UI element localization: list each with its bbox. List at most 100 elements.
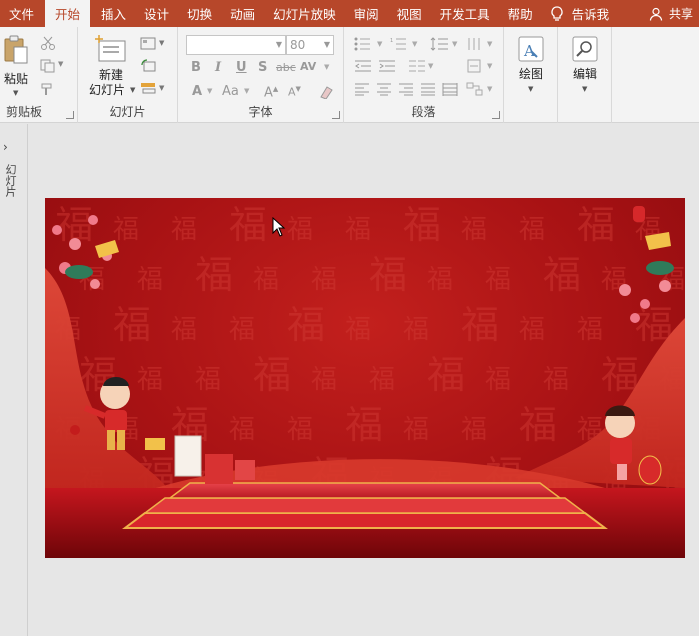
background-glyph: 福 [345, 403, 383, 447]
align-right-icon[interactable] [398, 82, 414, 96]
gold-ingot-left [95, 240, 119, 258]
new-slide-label-line1: 新建 [98, 68, 123, 82]
numbering-icon[interactable]: 1 [390, 37, 410, 51]
text-direction-dropdown-icon[interactable]: ▼ [487, 40, 492, 48]
background-glyph: 福 [577, 315, 603, 345]
align-text-dropdown-icon[interactable]: ▼ [487, 62, 492, 70]
change-case-dropdown-icon[interactable]: ▼ [244, 87, 249, 95]
background-glyph: 福 [427, 265, 453, 295]
reset-icon[interactable] [140, 59, 156, 73]
paste-button[interactable]: 粘贴 ▼ [2, 33, 30, 97]
tab-developer[interactable]: 开发工具 [431, 0, 499, 27]
increase-indent-icon[interactable] [378, 59, 396, 73]
svg-text:1: 1 [390, 38, 393, 44]
tell-me-label: 告诉我 [571, 7, 610, 22]
group-slides: 新建 幻灯片 ▼ ▼ ▼ 幻灯片 [78, 27, 178, 123]
columns-dropdown-icon[interactable]: ▼ [428, 62, 433, 70]
clipboard-launcher-icon[interactable] [66, 111, 74, 119]
background-glyph: 福 [195, 253, 233, 297]
group-drawing[interactable]: A 绘图 ▼ [504, 27, 558, 123]
drawing-dropdown-icon: ▼ [528, 85, 534, 93]
decrease-indent-icon[interactable] [354, 59, 372, 73]
smartart-icon[interactable] [466, 82, 484, 96]
smartart-dropdown-icon[interactable]: ▼ [487, 85, 492, 93]
share-button[interactable]: 共享 [649, 0, 699, 27]
tab-transitions[interactable]: 切换 [178, 0, 221, 27]
stage-step-middle [142, 497, 588, 514]
align-center-icon[interactable] [376, 82, 392, 96]
line-spacing-icon[interactable] [430, 37, 450, 51]
copy-dropdown-icon[interactable]: ▼ [58, 60, 63, 68]
background-glyph: 福 [137, 365, 163, 395]
slide-canvas[interactable]: 福福福福福福福福福福福福福福福福福福福福福福福福福福福福福福福福福福福福福福福福… [45, 198, 685, 558]
align-left-icon[interactable] [354, 82, 370, 96]
justify-icon[interactable] [420, 82, 436, 96]
background-glyph: 福 [287, 215, 313, 245]
text-direction-icon[interactable] [466, 37, 484, 51]
tab-home[interactable]: 开始 [45, 0, 91, 27]
font-launcher-icon[interactable] [332, 111, 340, 119]
clear-formatting-icon[interactable] [318, 85, 334, 99]
section-icon[interactable] [140, 81, 156, 95]
tab-design[interactable]: 设计 [135, 0, 178, 27]
spacing-dropdown-icon[interactable]: ▼ [324, 63, 329, 71]
tab-insert[interactable]: 插入 [92, 0, 135, 27]
underline-button[interactable]: U [236, 60, 247, 75]
paste-dropdown-arrow-icon: ▼ [13, 89, 19, 97]
background-glyph: 福 [287, 303, 325, 347]
format-painter-icon[interactable] [40, 82, 56, 96]
copy-icon[interactable] [40, 59, 56, 73]
new-slide-button[interactable]: 新建 幻灯片 ▼ [86, 33, 136, 105]
tab-slideshow[interactable]: 幻灯片放映 [264, 0, 345, 27]
font-color-dropdown-icon[interactable]: ▼ [207, 87, 212, 95]
layout-icon[interactable] [140, 37, 156, 50]
expand-chevron-icon[interactable]: › [3, 140, 8, 154]
increase-font-icon[interactable]: A▲ [264, 85, 278, 100]
lantern-right [633, 206, 645, 222]
align-text-icon[interactable] [466, 59, 484, 73]
bullets-icon[interactable] [354, 37, 374, 51]
layout-dropdown-icon[interactable]: ▼ [159, 39, 164, 47]
distribute-icon[interactable] [442, 82, 458, 96]
bullets-dropdown-icon[interactable]: ▼ [377, 40, 382, 48]
background-glyph: 福 [403, 315, 429, 345]
background-glyph: 福 [519, 215, 545, 245]
editing-label: 编辑 [572, 67, 597, 81]
background-glyph: 福 [403, 415, 429, 445]
lightbulb-icon [551, 5, 563, 21]
share-label: 共享 [668, 7, 693, 21]
background-glyph: 福 [311, 265, 337, 295]
font-name-dropdown-icon[interactable]: ▼ [276, 36, 282, 54]
cut-icon[interactable] [40, 36, 56, 50]
decrease-font-icon[interactable]: A▼ [288, 85, 301, 99]
paragraph-launcher-icon[interactable] [492, 111, 500, 119]
tab-help[interactable]: 帮助 [499, 0, 542, 27]
font-name-combo[interactable]: ▼ [186, 35, 286, 55]
group-editing[interactable]: 编辑 ▼ [558, 27, 612, 123]
numbering-dropdown-icon[interactable]: ▼ [412, 40, 417, 48]
background-glyph: 福 [253, 353, 291, 397]
tab-view[interactable]: 视图 [388, 0, 431, 27]
section-dropdown-icon[interactable]: ▼ [159, 84, 164, 92]
character-spacing-button[interactable]: AV [300, 60, 316, 73]
tab-file[interactable]: 文件 [0, 0, 43, 27]
paste-label: 粘贴 [3, 72, 28, 86]
user-icon [649, 7, 663, 21]
tab-animations[interactable]: 动画 [221, 0, 264, 27]
thumbnail-pane-collapsed[interactable]: › 幻灯片 [0, 124, 28, 636]
change-case-button[interactable]: Aa [222, 84, 239, 99]
font-size-dropdown-icon[interactable]: ▼ [324, 36, 330, 54]
ribbon-tab-bar: 文件 开始 插入 设计 切换 动画 幻灯片放映 审阅 视图 开发工具 帮助 告诉… [0, 0, 699, 27]
slide-artwork: 福福福福福福福福福福福福福福福福福福福福福福福福福福福福福福福福福福福福福福福福… [45, 203, 685, 558]
font-color-button[interactable]: A [192, 84, 202, 99]
tab-review[interactable]: 审阅 [345, 0, 388, 27]
shadow-button[interactable]: S [258, 60, 267, 75]
strikethrough-button[interactable]: abc [276, 61, 296, 74]
italic-button[interactable]: I [215, 60, 221, 75]
background-glyph: 福 [311, 365, 337, 395]
columns-icon[interactable] [408, 59, 426, 73]
bold-button[interactable]: B [191, 60, 201, 75]
tell-me-search[interactable]: 告诉我 [542, 0, 619, 27]
line-spacing-dropdown-icon[interactable]: ▼ [452, 40, 457, 48]
font-size-combo[interactable]: 80 ▼ [286, 35, 334, 55]
